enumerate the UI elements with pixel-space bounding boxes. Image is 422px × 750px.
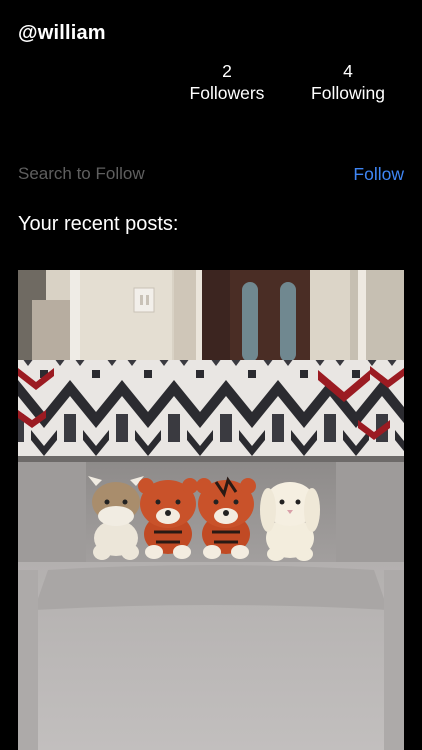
search-input[interactable] <box>18 160 318 188</box>
search-row: Follow <box>18 160 404 188</box>
followers-label: Followers <box>189 83 265 103</box>
post-image[interactable] <box>18 270 404 750</box>
post-photo <box>18 270 404 750</box>
followers-count: 2 <box>222 61 232 81</box>
following-count: 4 <box>343 61 353 81</box>
followers-stat[interactable]: 2 Followers <box>172 60 282 104</box>
following-label: Following <box>311 83 385 103</box>
follow-button[interactable]: Follow <box>353 160 404 188</box>
username: @william <box>18 22 106 44</box>
following-stat[interactable]: 4 Following <box>293 60 403 104</box>
recent-posts-heading: Your recent posts: <box>18 213 179 235</box>
